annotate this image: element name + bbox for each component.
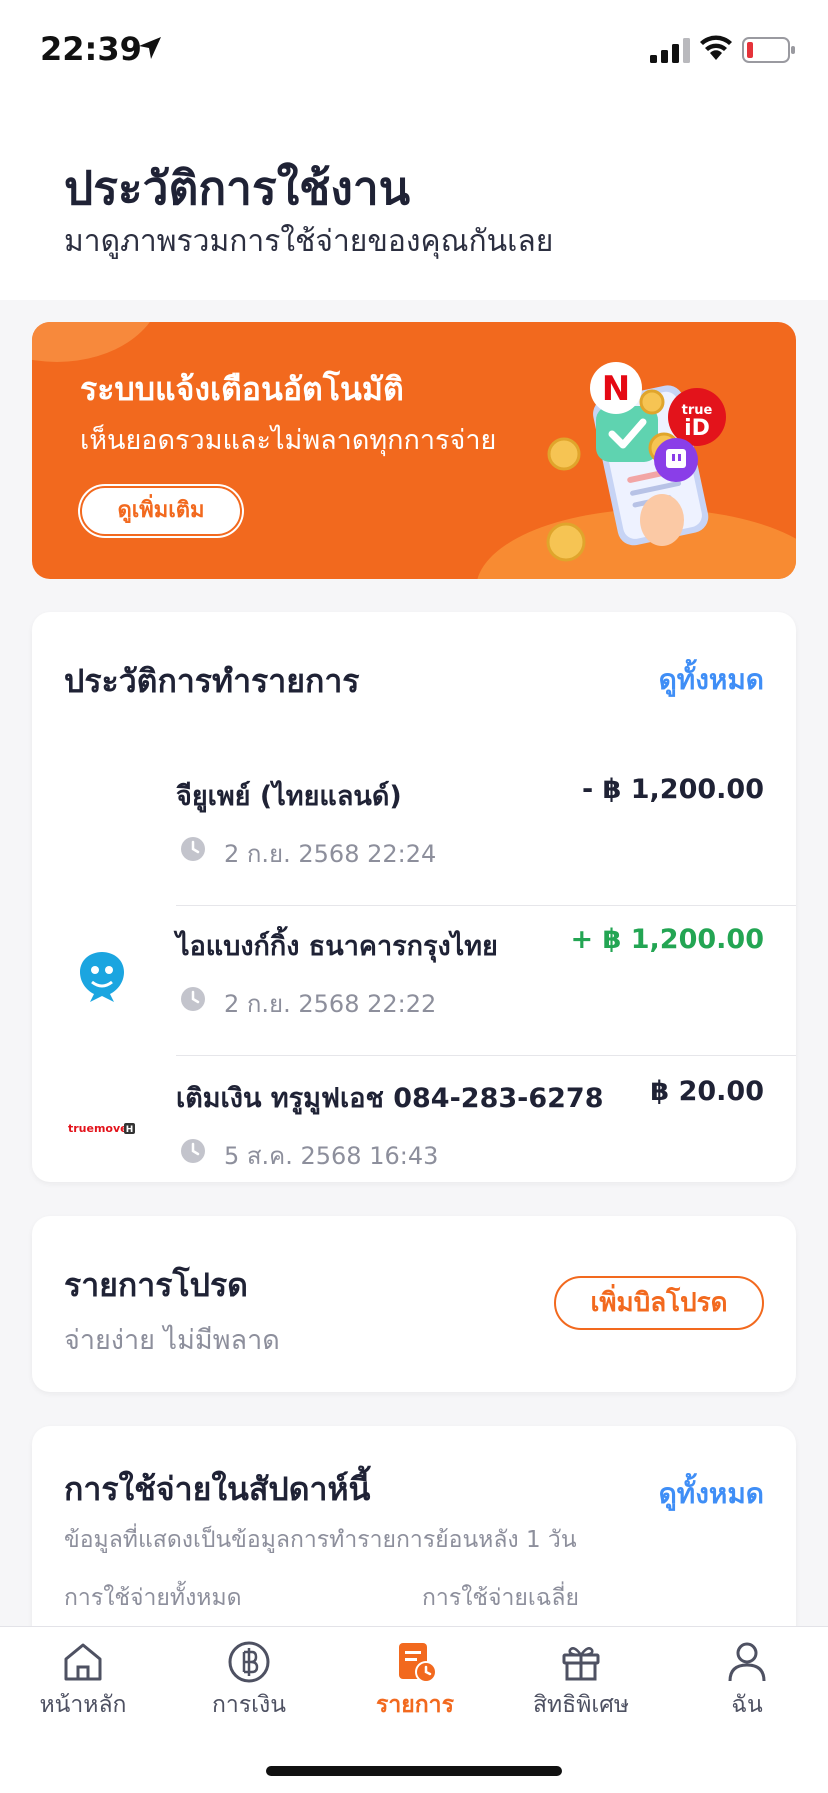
history-title: ประวัติการทำรายการ <box>64 662 360 700</box>
nav-home[interactable]: หน้าหลัก <box>0 1627 166 1727</box>
cellular-signal-icon <box>650 38 690 63</box>
phone-payment-illustration: N true iD <box>546 362 726 562</box>
profile-icon <box>728 1642 766 1682</box>
weekly-see-all-link[interactable]: ดูทั้งหมด <box>659 1472 764 1516</box>
banner-decoration <box>32 322 162 362</box>
nav-label: สิทธิพิเศษ <box>532 1692 630 1718</box>
transaction-row[interactable]: truemove H เติมเงิน ทรูมูฟเอช 084-283-62… <box>32 1058 796 1208</box>
auto-notification-banner[interactable]: ระบบแจ้งเตือนอัตโนมัติ เห็นยอดรวมและไม่พ… <box>32 322 796 579</box>
see-more-button[interactable]: ดูเพิ่มเติม <box>80 486 242 536</box>
battery-icon <box>742 37 795 63</box>
nav-finance[interactable]: การเงิน <box>166 1627 332 1727</box>
weekly-note: ข้อมูลที่แสดงเป็นข้อมูลการทำรายการย้อนหล… <box>64 1527 577 1553</box>
transaction-history-card: ประวัติการทำรายการ ดูทั้งหมด จียูเพย์ (ไ… <box>32 612 796 1182</box>
banner-title: ระบบแจ้งเตือนอัตโนมัติ <box>80 370 404 408</box>
page-title: ประวัติการใช้งาน <box>64 161 411 215</box>
location-arrow-icon <box>139 37 161 59</box>
wifi-icon <box>700 35 732 60</box>
transactions-icon <box>399 1643 437 1683</box>
transaction-amount: - ฿ 1,200.00 <box>581 774 764 805</box>
favorites-card: รายการโปรด จ่ายง่าย ไม่มีพลาด เพิ่มบิลโป… <box>32 1216 796 1392</box>
nav-label: ฉัน <box>731 1692 763 1718</box>
truemove-logo-icon: truemove H <box>68 1122 135 1135</box>
transaction-date: 2 ก.ย. 2568 22:24 <box>224 840 437 868</box>
svg-text:H: H <box>126 1125 134 1135</box>
status-time: 22:39 <box>40 30 142 68</box>
total-spending-label: การใช้จ่ายทั้งหมด <box>64 1585 242 1611</box>
transaction-name: จียูเพย์ (ไทยแลนด์) <box>176 781 402 812</box>
transaction-date: 5 ส.ค. 2568 16:43 <box>224 1142 439 1170</box>
nav-label: การเงิน <box>211 1692 286 1718</box>
svg-text:truemove: truemove <box>68 1122 128 1135</box>
page-subtitle: มาดูภาพรวมการใช้จ่ายของคุณกันเลย <box>64 224 554 259</box>
history-see-all-link[interactable]: ดูทั้งหมด <box>659 658 764 702</box>
favorites-title: รายการโปรด <box>64 1266 248 1304</box>
nav-profile[interactable]: ฉัน <box>664 1627 828 1727</box>
nav-label: รายการ <box>376 1692 454 1718</box>
krungthai-logo-icon <box>80 952 124 1002</box>
add-favorite-bill-button[interactable]: เพิ่มบิลโปรด <box>554 1276 764 1330</box>
nav-privileges[interactable]: สิทธิพิเศษ <box>498 1627 664 1727</box>
nav-label: หน้าหลัก <box>39 1692 127 1718</box>
transaction-date: 2 ก.ย. 2568 22:22 <box>224 990 437 1018</box>
transaction-amount: + ฿ 1,200.00 <box>570 924 764 955</box>
status-bar: 22:39 <box>0 0 828 100</box>
transaction-name: เติมเงิน ทรูมูฟเอช 084-283-6278 <box>176 1083 604 1114</box>
nav-transactions[interactable]: รายการ <box>332 1627 498 1727</box>
weekly-title: การใช้จ่ายในสัปดาห์นี้ <box>64 1470 371 1508</box>
baht-icon <box>228 1641 270 1683</box>
average-spending-label: การใช้จ่ายเฉลี่ย <box>422 1585 580 1611</box>
favorites-subtitle: จ่ายง่าย ไม่มีพลาด <box>64 1325 280 1356</box>
netflix-icon: N <box>602 369 630 409</box>
gift-icon <box>562 1647 600 1681</box>
clock-icon <box>181 837 205 861</box>
transaction-row[interactable]: ไอแบงก์กิ้ง ธนาคารกรุงไทย + ฿ 1,200.00 2… <box>32 906 796 1056</box>
home-icon <box>64 1643 102 1681</box>
transaction-name: ไอแบงก์กิ้ง ธนาคารกรุงไทย <box>176 931 498 962</box>
trueid-icon-bottom: iD <box>684 416 710 441</box>
clock-icon <box>181 1139 205 1163</box>
transaction-amount: ฿ 20.00 <box>650 1076 764 1107</box>
transaction-row[interactable]: จียูเพย์ (ไทยแลนด์) - ฿ 1,200.00 2 ก.ย. … <box>32 756 796 906</box>
divider <box>176 1055 796 1056</box>
banner-subtitle: เห็นยอดรวมและไม่พลาดทุกการจ่าย <box>80 425 497 456</box>
clock-icon <box>181 987 205 1011</box>
home-indicator[interactable] <box>266 1766 562 1776</box>
